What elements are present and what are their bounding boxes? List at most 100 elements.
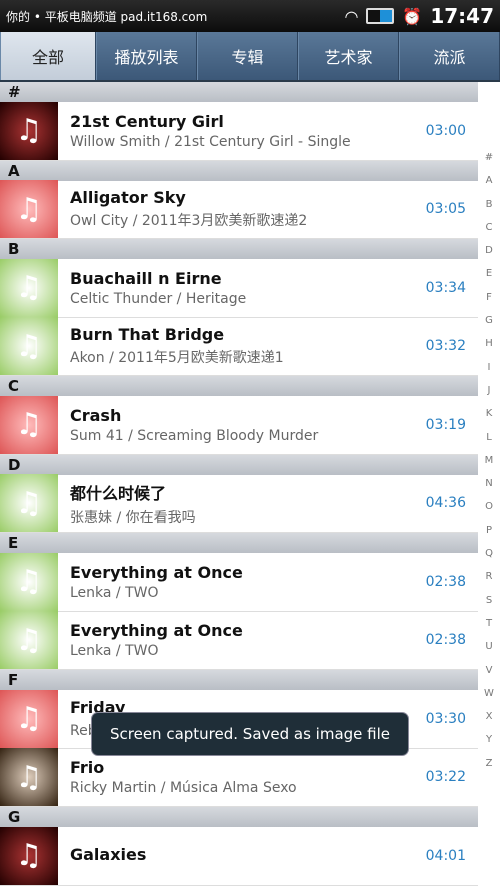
song-duration: 03:00 [425, 122, 466, 139]
song-row[interactable]: ♫ Burn That Bridge Akon / 2011年5月欧美新歌速递1… [0, 317, 478, 376]
index-letter[interactable]: X [486, 711, 493, 734]
alarm-icon: ⏰ [402, 6, 423, 26]
index-letter[interactable]: V [486, 665, 493, 688]
song-duration: 03:19 [425, 416, 466, 433]
song-row[interactable]: ♫ 21st Century Girl Willow Smith / 21st … [0, 101, 478, 161]
section-header: D [0, 454, 478, 475]
section-header: G [0, 807, 478, 827]
album-art-music-note-icon: ♫ [0, 101, 58, 160]
song-title: Buachaill n Eirne [70, 268, 222, 288]
index-letter[interactable]: J [488, 385, 491, 408]
index-letter[interactable]: E [486, 268, 492, 291]
index-letter[interactable]: C [486, 222, 493, 245]
index-letter[interactable]: N [485, 478, 492, 501]
song-title: 21st Century Girl [70, 111, 224, 131]
song-title: Everything at Once [70, 621, 243, 641]
song-title: Frio [70, 758, 105, 778]
album-art-music-note-icon: ♫ [0, 180, 58, 239]
index-letter[interactable]: O [485, 501, 493, 524]
song-duration: 03:30 [425, 710, 466, 727]
album-art-music-note-icon: ♫ [0, 474, 58, 533]
tab-0[interactable]: 全部 [0, 32, 96, 80]
index-letter[interactable]: F [486, 292, 492, 315]
song-title: 都什么时候了 [70, 483, 167, 503]
song-duration: 03:22 [425, 769, 466, 786]
album-art-music-note-icon: ♫ [0, 552, 58, 611]
index-letter[interactable]: K [486, 408, 493, 431]
section-header: B [0, 239, 478, 259]
index-letter[interactable]: Q [485, 548, 493, 571]
album-art-music-note-icon: ♫ [0, 826, 58, 885]
song-subtitle: Ricky Martin / Música Alma Sexo [70, 780, 297, 797]
index-letter[interactable]: Y [486, 734, 492, 757]
song-row[interactable]: ♫ Everything at Once Lenka / TWO 02:38 [0, 611, 478, 670]
song-title: Alligator Sky [70, 188, 186, 208]
index-letter[interactable]: P [486, 525, 492, 548]
index-letter[interactable]: Z [486, 758, 493, 781]
song-subtitle: Akon / 2011年5月欧美新歌速递1 [70, 350, 284, 367]
song-duration: 02:38 [425, 573, 466, 590]
song-row[interactable]: ♫ Frio Ricky Martin / Música Alma Sexo 0… [0, 748, 478, 807]
index-letter[interactable]: M [485, 455, 494, 478]
index-letter[interactable]: W [484, 688, 494, 711]
album-art-music-note-icon: ♫ [0, 748, 58, 807]
wifi-icon: ◠ [344, 6, 359, 26]
section-header: E [0, 533, 478, 553]
index-letter[interactable]: S [486, 595, 492, 618]
album-art-music-note-icon: ♫ [0, 317, 58, 376]
tab-1[interactable]: 播放列表 [96, 32, 197, 80]
index-letter[interactable]: B [486, 199, 493, 222]
tab-3[interactable]: 艺术家 [298, 32, 399, 80]
tab-2[interactable]: 专辑 [197, 32, 298, 80]
index-letter[interactable]: A [486, 175, 493, 198]
tab-bar: 全部 播放列表 专辑 艺术家 流派 [0, 32, 500, 82]
song-subtitle: Owl City / 2011年3月欧美新歌速递2 [70, 213, 308, 230]
song-subtitle: Celtic Thunder / Heritage [70, 290, 247, 307]
index-letter[interactable]: H [485, 338, 493, 361]
section-header: F [0, 670, 478, 690]
song-duration: 03:05 [425, 201, 466, 218]
song-subtitle: Willow Smith / 21st Century Girl - Singl… [70, 133, 351, 150]
song-title: Crash [70, 405, 122, 425]
section-header: A [0, 160, 478, 181]
song-subtitle: Lenka / TWO [70, 584, 159, 601]
index-letter[interactable]: D [485, 245, 493, 268]
song-title: Everything at Once [70, 562, 243, 582]
album-art-music-note-icon: ♫ [0, 395, 58, 454]
status-title: 你的 • 平板电脑频道 pad.it168.com [6, 9, 208, 24]
song-subtitle: Sum 41 / Screaming Bloody Murder [70, 427, 319, 444]
song-list[interactable]: # ♫ 21st Century Girl Willow Smith / 21st… [0, 82, 478, 886]
index-letter[interactable]: T [486, 618, 492, 641]
song-subtitle: Lenka / TWO [70, 643, 159, 660]
song-subtitle: 张惠妹 / 你在看我吗 [70, 509, 196, 526]
index-letter[interactable]: R [486, 571, 493, 594]
index-letter[interactable]: G [485, 315, 493, 338]
song-duration: 03:32 [425, 338, 466, 355]
song-row[interactable]: ♫ Galaxies 04:01 [0, 826, 478, 886]
section-header: # [0, 82, 478, 102]
toast: Screen captured. Saved as image file [91, 712, 409, 756]
song-row[interactable]: ♫ 都什么时候了 张惠妹 / 你在看我吗 04:36 [0, 474, 478, 533]
song-row[interactable]: ♫ Everything at Once Lenka / TWO 02:38 [0, 552, 478, 612]
song-duration: 04:36 [425, 495, 466, 512]
song-row[interactable]: ♫ Alligator Sky Owl City / 2011年3月欧美新歌速递… [0, 180, 478, 239]
index-letter[interactable]: # [485, 152, 493, 175]
song-duration: 04:01 [425, 847, 466, 864]
status-bar: 你的 • 平板电脑频道 pad.it168.com ◠ ⏰ 17:47 [0, 0, 500, 32]
album-art-music-note-icon: ♫ [0, 689, 58, 748]
song-row[interactable]: ♫ Crash Sum 41 / Screaming Bloody Murder… [0, 395, 478, 455]
song-duration: 03:34 [425, 279, 466, 296]
index-letter[interactable]: L [486, 432, 492, 455]
song-row[interactable]: ♫ Buachaill n Eirne Celtic Thunder / Her… [0, 258, 478, 318]
index-letter[interactable]: I [488, 362, 491, 385]
album-art-music-note-icon: ♫ [0, 258, 58, 317]
index-letter[interactable]: U [485, 641, 492, 664]
section-header: C [0, 376, 478, 396]
song-title: Burn That Bridge [70, 325, 225, 345]
album-art-music-note-icon: ♫ [0, 611, 58, 670]
clock: 17:47 [430, 4, 494, 28]
alphabet-index[interactable]: # A B C D E F G H I J K L M N O P Q R S T U V W X Y Z [478, 152, 500, 781]
song-title: Galaxies [70, 844, 147, 864]
song-duration: 02:38 [425, 632, 466, 649]
tab-4[interactable]: 流派 [399, 32, 500, 80]
